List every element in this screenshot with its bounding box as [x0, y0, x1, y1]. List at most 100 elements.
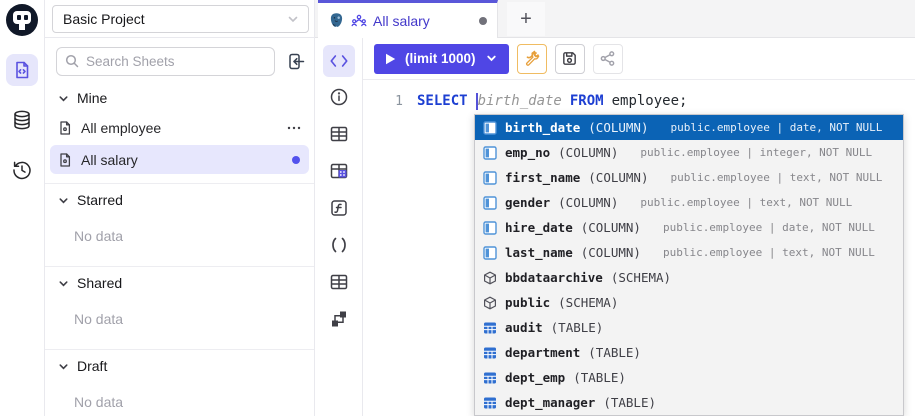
- run-limit-label: (limit 1000): [405, 51, 476, 66]
- sheet-file-icon: [57, 152, 73, 168]
- table-icon: [483, 346, 497, 360]
- rail-item-history[interactable]: [6, 154, 38, 186]
- bytebase-logo[interactable]: [6, 4, 38, 36]
- editor-icon-strip: [315, 38, 363, 416]
- schema-icon: [483, 296, 497, 310]
- views-panel-button[interactable]: [328, 264, 350, 299]
- schema-icon: [483, 271, 497, 285]
- parameters-panel-button[interactable]: [328, 227, 350, 262]
- autocomplete-item[interactable]: emp_no (COLUMN) public.employee | intege…: [475, 140, 903, 165]
- play-icon: [385, 53, 396, 65]
- draft-empty-text: No data: [45, 381, 314, 416]
- column-icon: [483, 221, 497, 235]
- column-icon: [483, 196, 497, 210]
- autocomplete-item[interactable]: audit (TABLE): [475, 315, 903, 340]
- group-label: Mine: [77, 90, 107, 106]
- autocomplete-item[interactable]: first_name (COLUMN) public.employee | te…: [475, 165, 903, 190]
- tree-group-mine[interactable]: Mine: [45, 82, 314, 113]
- search-row: [45, 38, 314, 82]
- run-options-chevron-icon[interactable]: [485, 52, 498, 65]
- editor-content: (limit 1000): [315, 38, 915, 416]
- starred-empty-text: No data: [45, 215, 314, 257]
- sql-keyword-select: SELECT: [417, 92, 468, 111]
- editor-toolbar: (limit 1000): [363, 38, 915, 80]
- tab-label: All salary: [373, 13, 473, 29]
- database-icon: [11, 109, 33, 131]
- code-brackets-icon: [329, 53, 349, 69]
- column-icon: [483, 121, 497, 135]
- functions-panel-button[interactable]: [328, 190, 350, 225]
- autocomplete-item[interactable]: birth_date (COLUMN) public.employee | da…: [475, 115, 903, 140]
- sheet-tree: Mine All employee: [45, 82, 314, 416]
- admin-wrench-button[interactable]: [517, 44, 547, 74]
- save-floppy-icon: [561, 50, 578, 67]
- autocomplete-item[interactable]: last_name (COLUMN) public.employee | tex…: [475, 240, 903, 265]
- project-select-value: Basic Project: [63, 11, 145, 27]
- autocomplete-item[interactable]: gender (COLUMN) public.employee | text, …: [475, 190, 903, 215]
- sheet-item-label: All employee: [81, 120, 161, 136]
- more-horizontal-icon[interactable]: [286, 120, 302, 136]
- tab-dirty-dot: [479, 17, 487, 25]
- project-select[interactable]: Basic Project: [52, 5, 309, 33]
- sample-data-panel-button[interactable]: [328, 153, 350, 188]
- sql-keyword-from: FROM: [570, 92, 604, 111]
- autocomplete-item[interactable]: department (TABLE): [475, 340, 903, 365]
- group-label: Starred: [77, 192, 123, 208]
- table-icon: [483, 396, 497, 410]
- sql-editor[interactable]: 1 SELECT birth_date FROM employee;: [363, 80, 915, 111]
- autocomplete-item[interactable]: public (SCHEMA): [475, 290, 903, 315]
- tree-group-shared[interactable]: Shared: [45, 267, 314, 298]
- history-clock-icon: [11, 159, 33, 181]
- group-label: Shared: [77, 275, 122, 291]
- code-panel-button[interactable]: [323, 45, 355, 77]
- sheet-item-all-salary[interactable]: All salary: [50, 145, 309, 174]
- import-sheet-button[interactable]: [282, 49, 308, 75]
- tree-group-draft[interactable]: Draft: [45, 350, 314, 381]
- chevron-down-icon: [57, 360, 70, 373]
- rail-item-worksheets[interactable]: [6, 54, 38, 86]
- left-rail: [0, 0, 45, 416]
- new-tab-button[interactable]: +: [507, 2, 545, 36]
- shared-empty-text: No data: [45, 298, 314, 340]
- autocomplete-dropdown: birth_date (COLUMN) public.employee | da…: [474, 114, 904, 416]
- tab-bar: All salary +: [315, 0, 915, 38]
- chevron-down-icon: [286, 12, 300, 26]
- table-icon: [483, 321, 497, 335]
- autocomplete-item[interactable]: bbdataarchive (SCHEMA): [475, 265, 903, 290]
- schema-diagram-panel-button[interactable]: [328, 301, 350, 336]
- search-sheets-input[interactable]: [56, 47, 275, 76]
- search-icon: [64, 53, 80, 69]
- chevron-down-icon: [57, 194, 70, 207]
- info-panel-button[interactable]: [328, 79, 350, 114]
- share-icon: [599, 50, 616, 67]
- save-sheet-button[interactable]: [555, 44, 585, 74]
- import-icon: [286, 52, 305, 71]
- chevron-down-icon: [57, 92, 70, 105]
- column-icon: [483, 171, 497, 185]
- sheets-panel: Basic Project: [45, 0, 315, 416]
- chevron-down-icon: [57, 277, 70, 290]
- postgresql-icon: [328, 12, 345, 29]
- autocomplete-item[interactable]: dept_emp (TABLE): [475, 365, 903, 390]
- share-sheet-button[interactable]: [593, 44, 623, 74]
- unsaved-dot-indicator: [292, 156, 300, 164]
- autocomplete-item[interactable]: hire_date (COLUMN) public.employee | dat…: [475, 215, 903, 240]
- autocomplete-item[interactable]: dept_manager (TABLE): [475, 390, 903, 415]
- project-row: Basic Project: [45, 0, 314, 38]
- column-icon: [483, 246, 497, 260]
- tree-group-starred[interactable]: Starred: [45, 184, 314, 215]
- tab-all-salary[interactable]: All salary: [318, 0, 498, 38]
- inline-suggestion-text: birth_date: [478, 92, 562, 111]
- run-query-button[interactable]: (limit 1000): [374, 44, 509, 74]
- sheet-code-icon: [12, 60, 32, 80]
- main-area: All salary +: [315, 0, 915, 416]
- editor-column: (limit 1000): [363, 38, 915, 416]
- sheet-file-icon: [57, 120, 73, 136]
- tables-panel-button[interactable]: [328, 116, 350, 151]
- rail-item-databases[interactable]: [6, 104, 38, 136]
- column-icon: [483, 146, 497, 160]
- table-icon: [483, 371, 497, 385]
- sheet-item-all-employee[interactable]: All employee: [45, 113, 314, 143]
- sheet-item-label: All salary: [81, 152, 138, 168]
- line-number: 1: [363, 92, 417, 111]
